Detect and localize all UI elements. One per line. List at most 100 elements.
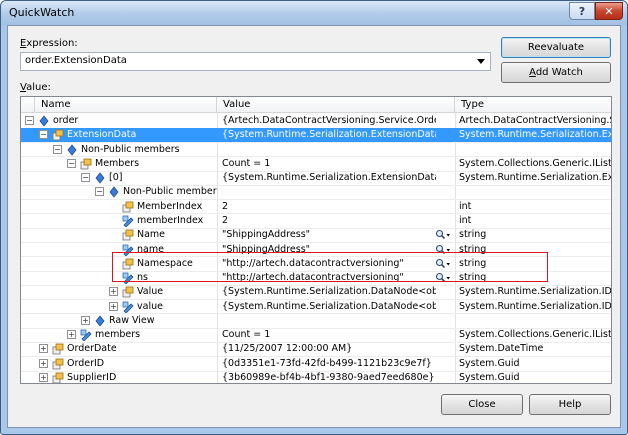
cell-type: System.Runtime.Serialization.IDataN bbox=[459, 300, 611, 314]
property-icon bbox=[122, 286, 134, 298]
cell-type: System.Runtime.Serialization.Extens bbox=[459, 128, 611, 142]
cell-value[interactable]: {System.Runtime.Serialization.DataNode<o… bbox=[222, 285, 436, 299]
cell-name: Members bbox=[95, 157, 217, 171]
table-row[interactable]: − Members Count = 1 System.Collections.Gene… bbox=[21, 157, 611, 171]
cell-type: System.Collections.Generic.IList<Sy bbox=[459, 157, 611, 171]
property-icon bbox=[52, 343, 64, 355]
highlight-annotation-box bbox=[112, 252, 548, 282]
dialog-client: Expression: order.ExtensionData Reevalua… bbox=[7, 25, 621, 428]
cell-type: int bbox=[459, 214, 611, 228]
cell-name: ExtensionData bbox=[67, 128, 217, 142]
cell-name: Value bbox=[137, 285, 217, 299]
cell-value[interactable]: {System.Runtime.Serialization.ExtensionD… bbox=[222, 128, 436, 142]
expand-toggle[interactable]: + bbox=[39, 359, 48, 368]
add-watch-mnemonic: A bbox=[529, 67, 536, 78]
cell-name: Name bbox=[137, 228, 217, 242]
cell-type: System.Collections.Generic.IList<Sy bbox=[459, 328, 611, 342]
expand-toggle[interactable]: + bbox=[67, 330, 76, 339]
column-header-value[interactable]: Value bbox=[217, 97, 455, 113]
expression-dropdown-button[interactable] bbox=[473, 53, 489, 70]
quickwatch-window: QuickWatch ? ✕ Expression: order.Extensi… bbox=[0, 0, 628, 435]
table-row[interactable]: MemberIndex 2 int bbox=[21, 200, 611, 214]
object-icon bbox=[94, 315, 106, 327]
cell-value[interactable]: "ShippingAddress" bbox=[222, 228, 436, 242]
cell-type: System.Runtime.Serialization.Extens bbox=[459, 171, 611, 185]
cell-name: members bbox=[95, 328, 217, 342]
field-icon bbox=[122, 301, 134, 313]
reevaluate-button[interactable]: Reevaluate bbox=[501, 37, 611, 58]
table-row[interactable]: + Value {System.Runtime.Serialization.Data… bbox=[21, 285, 611, 299]
expand-toggle[interactable]: + bbox=[81, 316, 90, 325]
table-row[interactable]: − [0] {System.Runtime.Serialization.Extens… bbox=[21, 171, 611, 185]
cell-value[interactable]: Count = 1 bbox=[222, 157, 436, 171]
collapse-toggle[interactable]: − bbox=[39, 130, 48, 139]
add-watch-button[interactable]: Add Watch bbox=[501, 62, 611, 83]
table-row[interactable]: − ExtensionData {System.Runtime.Serializat… bbox=[21, 128, 611, 142]
cell-value[interactable]: {11/25/2007 12:00:00 AM} bbox=[222, 342, 436, 356]
collapse-toggle[interactable]: − bbox=[95, 187, 104, 196]
table-row[interactable]: +Raw View bbox=[21, 314, 611, 328]
expand-toggle[interactable]: + bbox=[39, 373, 48, 382]
cell-name: [0] bbox=[109, 171, 217, 185]
property-icon bbox=[52, 358, 64, 370]
cell-type bbox=[459, 314, 611, 328]
cell-value[interactable]: {Artech.DataContractVersioning.Service.O… bbox=[222, 114, 436, 128]
collapse-toggle[interactable]: − bbox=[53, 145, 62, 154]
expression-value: order.ExtensionData bbox=[25, 55, 127, 66]
table-row[interactable]: − Non-Public members bbox=[21, 185, 611, 199]
cell-value[interactable] bbox=[222, 314, 436, 328]
column-header-name[interactable]: Name bbox=[35, 97, 217, 113]
cell-name: order bbox=[53, 114, 217, 128]
cell-value[interactable]: {System.Runtime.Serialization.ExtensionD… bbox=[222, 171, 436, 185]
table-row[interactable]: +OrderID{0d3351e1-73fd-42fd-b499-1121b23… bbox=[21, 357, 611, 371]
collapse-toggle[interactable]: − bbox=[25, 116, 34, 125]
title-bar[interactable]: QuickWatch ? ✕ bbox=[1, 1, 627, 25]
cell-value[interactable] bbox=[222, 185, 436, 199]
cell-type: string bbox=[459, 228, 611, 242]
expand-toggle[interactable]: + bbox=[109, 302, 118, 311]
text-visualizer-icon[interactable] bbox=[435, 229, 451, 241]
watch-grid[interactable]: Name Value Type −order{Artech.DataContra… bbox=[20, 96, 612, 384]
cell-name: SupplierID bbox=[67, 371, 217, 384]
object-icon bbox=[66, 144, 78, 156]
cell-type: Artech.DataContractVersioning.Serv bbox=[459, 114, 611, 128]
close-button-label: Close bbox=[468, 399, 495, 410]
table-row[interactable]: − order {Artech.DataContractVersioning.Ser… bbox=[21, 114, 611, 128]
field-icon bbox=[122, 215, 134, 227]
expression-combobox[interactable]: order.ExtensionData bbox=[20, 52, 491, 71]
expand-toggle[interactable]: + bbox=[39, 344, 48, 353]
close-button[interactable]: Close bbox=[441, 394, 523, 415]
field-icon bbox=[80, 329, 92, 341]
cell-name: memberIndex bbox=[137, 214, 217, 228]
cell-value[interactable]: Count = 1 bbox=[222, 328, 436, 342]
add-watch-label: dd Watch bbox=[536, 67, 583, 78]
table-row[interactable]: + members Count = 1 System.Collections.Gene… bbox=[21, 328, 611, 342]
table-row[interactable]: +value{System.Runtime.Serialization.Data… bbox=[21, 300, 611, 314]
table-row[interactable]: +OrderDate{11/25/2007 12:00:00 AM}System… bbox=[21, 342, 611, 356]
table-row[interactable]: −Non-Public members bbox=[21, 143, 611, 157]
expand-toggle[interactable]: + bbox=[109, 287, 118, 296]
table-row[interactable]: memberIndex 2 int bbox=[21, 214, 611, 228]
collapse-toggle[interactable]: − bbox=[67, 159, 76, 168]
help-button[interactable]: Help bbox=[529, 394, 611, 415]
cell-name: OrderDate bbox=[67, 342, 217, 356]
collapse-toggle[interactable]: − bbox=[81, 173, 90, 182]
cell-value[interactable]: {0d3351e1-73fd-42fd-b499-1121b23c9e7f} bbox=[222, 357, 436, 371]
table-row[interactable]: + SupplierID {3b60989e-bf4b-4bf1-9380-9aed… bbox=[21, 371, 611, 384]
expression-label-text: xpression: bbox=[26, 38, 77, 49]
property-icon bbox=[122, 229, 134, 241]
cell-value[interactable]: 2 bbox=[222, 200, 436, 214]
column-header-type[interactable]: Type bbox=[455, 97, 611, 113]
cell-value[interactable]: 2 bbox=[222, 214, 436, 228]
title-help-button[interactable]: ? bbox=[569, 2, 595, 20]
title-close-button[interactable]: ✕ bbox=[595, 2, 623, 20]
value-label: Value: bbox=[20, 82, 51, 93]
table-row[interactable]: Name "ShippingAddress" string bbox=[21, 228, 611, 242]
cell-type: int bbox=[459, 200, 611, 214]
cell-value[interactable] bbox=[222, 143, 436, 157]
cell-value[interactable]: {3b60989e-bf4b-4bf1-9380-9aed7eed680e} bbox=[222, 371, 436, 384]
cell-value[interactable]: {System.Runtime.Serialization.DataNode<o… bbox=[222, 300, 436, 314]
cell-name: MemberIndex bbox=[137, 200, 217, 214]
cell-name: Non-Public members bbox=[123, 185, 217, 199]
cell-type bbox=[459, 143, 611, 157]
